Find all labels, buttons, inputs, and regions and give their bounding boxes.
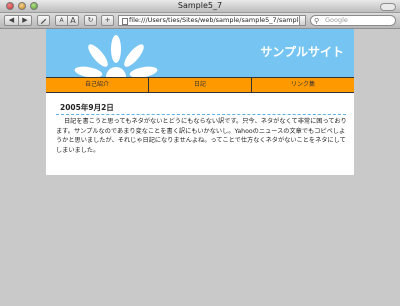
address-dropdown-button[interactable]	[300, 15, 306, 26]
pencil-icon	[40, 18, 47, 25]
site-title: サンプルサイト	[260, 45, 344, 59]
date-divider	[56, 114, 346, 115]
forward-arrow-icon: ▶	[22, 16, 28, 24]
text-larger-label: A	[70, 16, 76, 25]
add-bookmark-button[interactable]: +	[101, 15, 114, 26]
search-field[interactable]: ⚲ Google	[310, 15, 396, 26]
toolbar-toggle-button[interactable]	[380, 3, 396, 11]
forward-button[interactable]: ▶	[18, 15, 32, 26]
post-date: 2005年9月2日	[60, 103, 114, 112]
window-titlebar: Sample5_7	[0, 0, 400, 13]
text-smaller-label: A	[59, 17, 64, 24]
nav-item-profile[interactable]: 自己紹介	[46, 78, 149, 92]
search-placeholder: Google	[325, 16, 348, 24]
web-page: サンプルサイト 自己紹介 日記 リンク集 2005年9月2日 日記を書こうと思っ…	[46, 29, 354, 175]
window-title: Sample5_7	[177, 1, 223, 10]
text-larger-button[interactable]: A	[67, 15, 79, 26]
post-body: 日記を書こうと思ってもネタがないとどうにもならない訳です。只今、ネタがなくて非常…	[56, 118, 347, 154]
site-nav: 自己紹介 日記 リンク集	[46, 77, 354, 93]
nav-item-diary[interactable]: 日記	[149, 78, 252, 92]
flower-logo-icon	[74, 35, 158, 77]
reload-icon: ↻	[87, 16, 94, 24]
text-smaller-button[interactable]: A	[55, 15, 67, 26]
back-button[interactable]: ◀	[4, 15, 18, 26]
back-arrow-icon: ◀	[8, 16, 15, 24]
file-icon	[122, 18, 128, 25]
site-header: サンプルサイト	[46, 29, 354, 77]
bookmark-button[interactable]	[37, 15, 50, 26]
reload-button[interactable]: ↻	[84, 15, 97, 26]
nav-item-links[interactable]: リンク集	[252, 78, 354, 92]
address-text: file:///Users/ties/Sites/web/sample/samp…	[129, 16, 300, 24]
plus-icon: +	[104, 16, 111, 24]
search-icon: ⚲	[314, 17, 320, 25]
address-bar[interactable]: file:///Users/ties/Sites/web/sample/samp…	[118, 15, 300, 26]
browser-toolbar: ◀ ▶ A A ↻ + file:///Users/ties/Sites/web…	[0, 13, 400, 29]
